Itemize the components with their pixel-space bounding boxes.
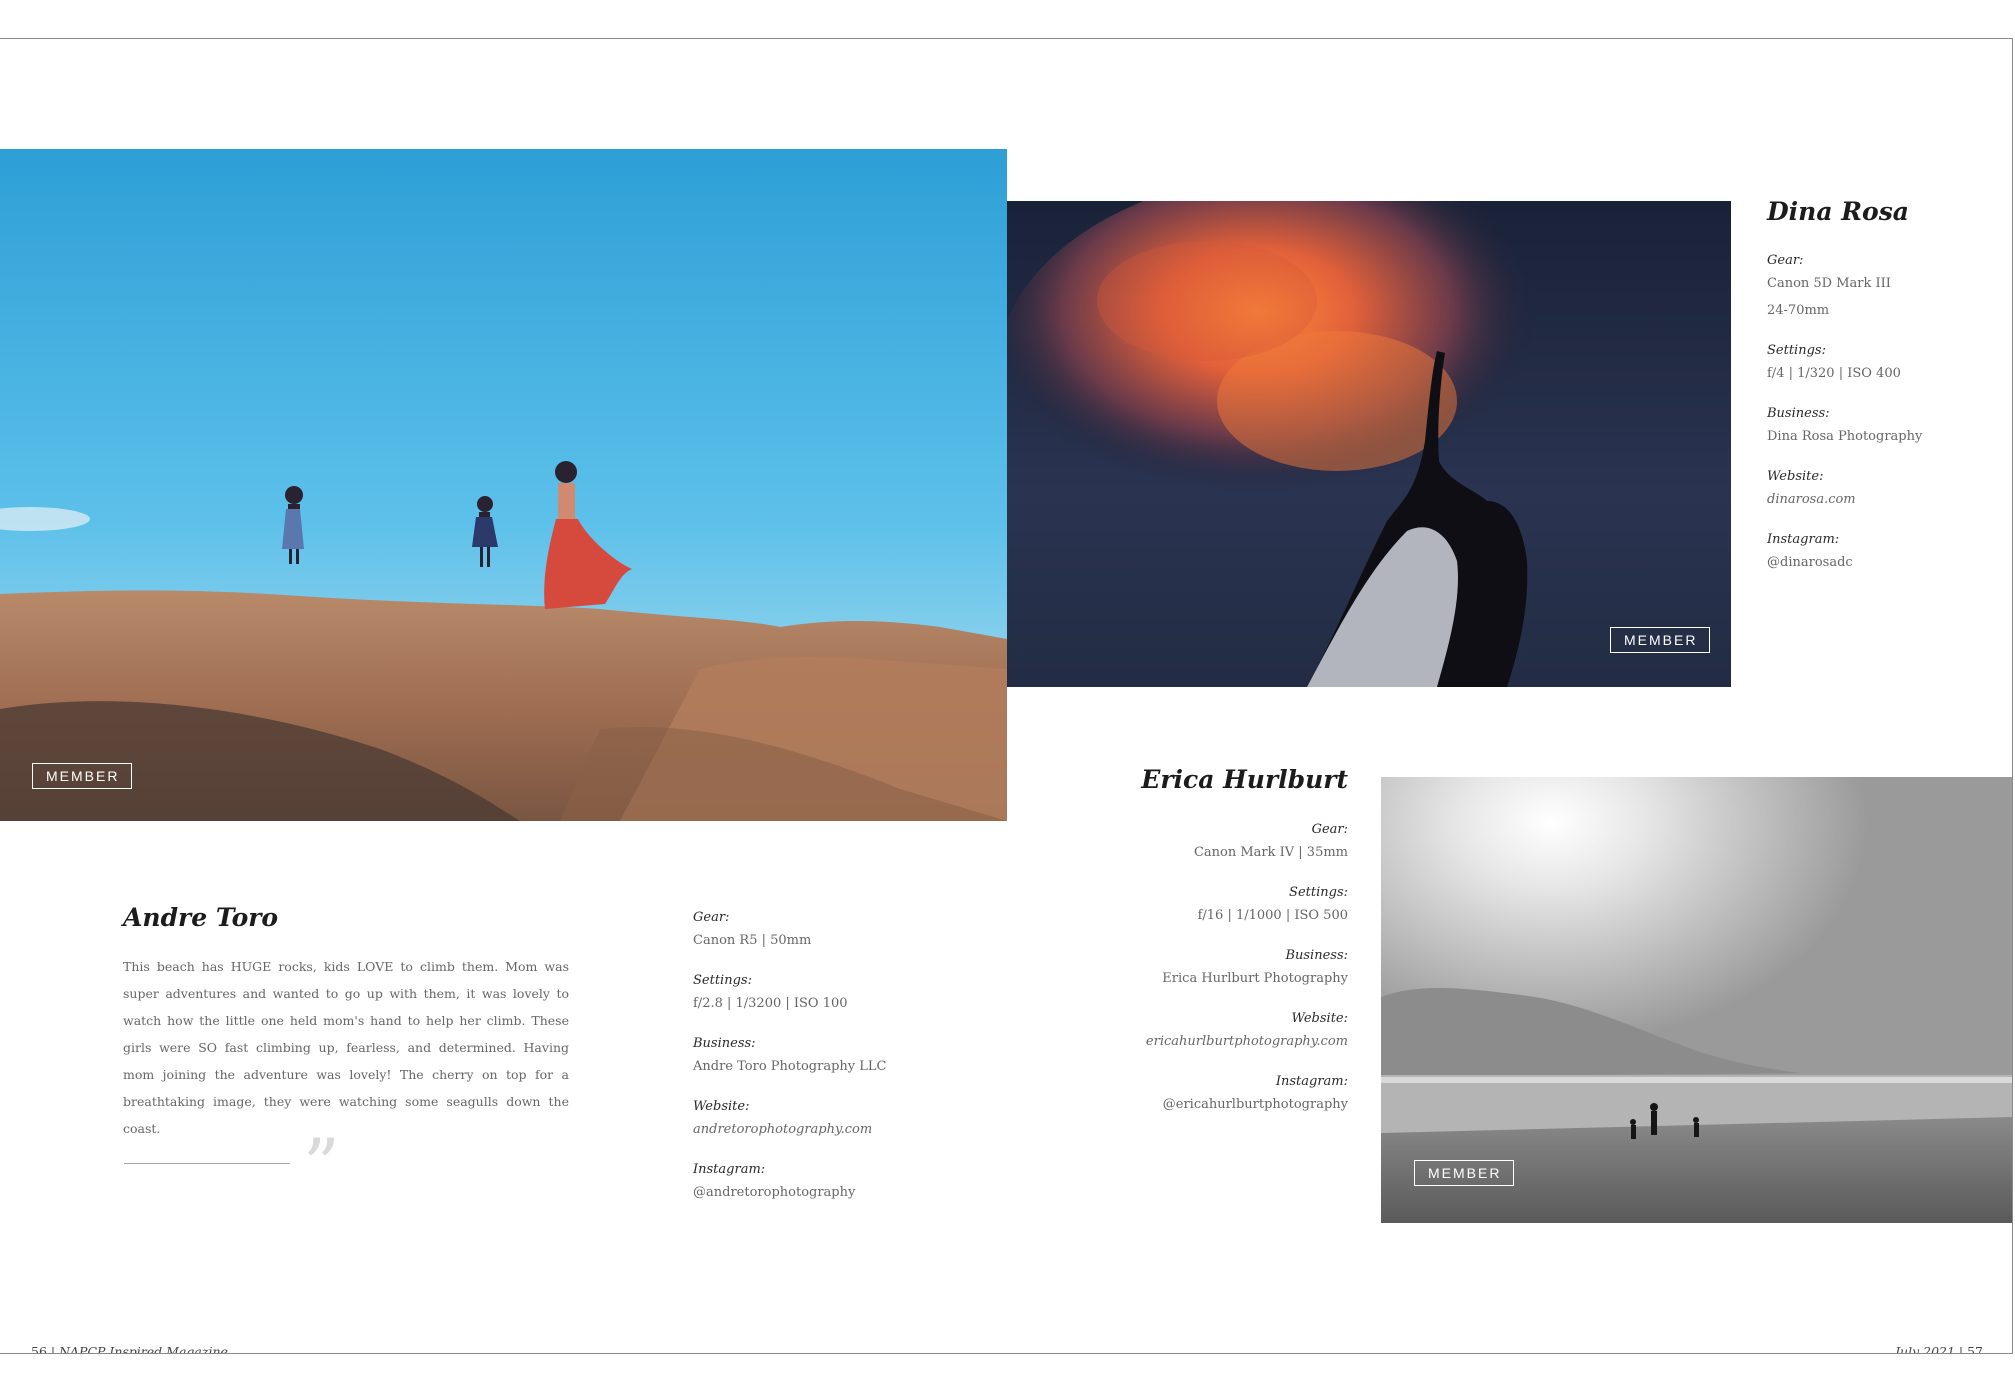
photographer-name: Dina Rosa [1767, 197, 1909, 226]
black-white-beach-image [1381, 777, 2012, 1223]
magazine-spread: MEMBER MEMBER MEMBER Andre Toro This bea… [0, 38, 2013, 1354]
photo-story: This beach has HUGE rocks, kids LOVE to … [123, 959, 569, 1136]
instagram-handle[interactable]: @dinarosadc [1767, 549, 1922, 576]
gear-value: 24-70mm [1767, 303, 1830, 318]
website-link[interactable]: ericahurlburtphotography.com [1146, 1028, 1348, 1055]
member-badge: MEMBER [1610, 627, 1711, 653]
instagram-label: Instagram: [1767, 532, 1840, 547]
erica-hurlburt-photo: MEMBER [1381, 777, 2012, 1223]
website-label: Website: [693, 1099, 750, 1114]
business-value: Erica Hurlburt Photography [1162, 971, 1348, 986]
gear-label: Gear: [1311, 822, 1348, 837]
business-label: Business: [1767, 406, 1830, 421]
website-label: Website: [1291, 1011, 1348, 1026]
business-label: Business: [693, 1036, 756, 1051]
dina-rosa-photo: MEMBER [1007, 201, 1731, 687]
settings-value: f/2.8 | 1/3200 | ISO 100 [693, 996, 848, 1011]
page-number: 57 [1967, 1344, 1983, 1354]
dina-rosa-details: Gear: Canon 5D Mark III 24-70mm Settings… [1767, 252, 1922, 594]
photographer-name: Erica Hurlburt [1141, 765, 1348, 794]
andre-toro-photo: MEMBER [0, 149, 1007, 821]
website-label: Website: [1767, 469, 1824, 484]
right-folio: July 2021 | 57 [1895, 1344, 1983, 1354]
erica-hurlburt-details: Gear: Canon Mark IV | 35mm Settings: f/1… [1146, 821, 1348, 1136]
website-link[interactable]: dinarosa.com [1767, 486, 1922, 513]
page-number: 56 [31, 1344, 47, 1354]
instagram-label: Instagram: [1275, 1074, 1348, 1089]
member-badge: MEMBER [32, 763, 133, 789]
gear-value: Canon 5D Mark III [1767, 276, 1891, 291]
left-folio: 56 | NAPCP Inspired Magazine [31, 1344, 228, 1354]
quote-rule [124, 1163, 290, 1164]
business-value: Andre Toro Photography LLC [693, 1059, 887, 1074]
settings-label: Settings: [1767, 343, 1826, 358]
website-link[interactable]: andretorophotography.com [693, 1116, 886, 1143]
andre-toro-details: Gear: Canon R5 | 50mm Settings: f/2.8 | … [693, 909, 886, 1224]
member-badge: MEMBER [1414, 1160, 1515, 1186]
settings-value: f/16 | 1/1000 | ISO 500 [1197, 908, 1348, 923]
instagram-handle[interactable]: @ericahurlburtphotography [1146, 1091, 1348, 1118]
gear-label: Gear: [693, 910, 730, 925]
beach-rocks-family-image [0, 149, 1007, 821]
business-label: Business: [1285, 948, 1348, 963]
instagram-label: Instagram: [693, 1162, 766, 1177]
settings-value: f/4 | 1/320 | ISO 400 [1767, 366, 1901, 381]
sunset-sky-reaching-girl-image [1007, 201, 1731, 687]
business-value: Dina Rosa Photography [1767, 429, 1923, 444]
gear-value: Canon R5 | 50mm [693, 933, 812, 948]
issue-date: July 2021 [1895, 1344, 1955, 1354]
settings-label: Settings: [1289, 885, 1348, 900]
gear-value: Canon Mark IV | 35mm [1193, 845, 1348, 860]
quote-mark-icon: ” [303, 1123, 340, 1207]
instagram-handle[interactable]: @andretorophotography [693, 1179, 886, 1206]
photographer-name: Andre Toro [123, 903, 279, 932]
publication-name: NAPCP Inspired Magazine [59, 1344, 228, 1354]
settings-label: Settings: [693, 973, 752, 988]
gear-label: Gear: [1767, 253, 1804, 268]
